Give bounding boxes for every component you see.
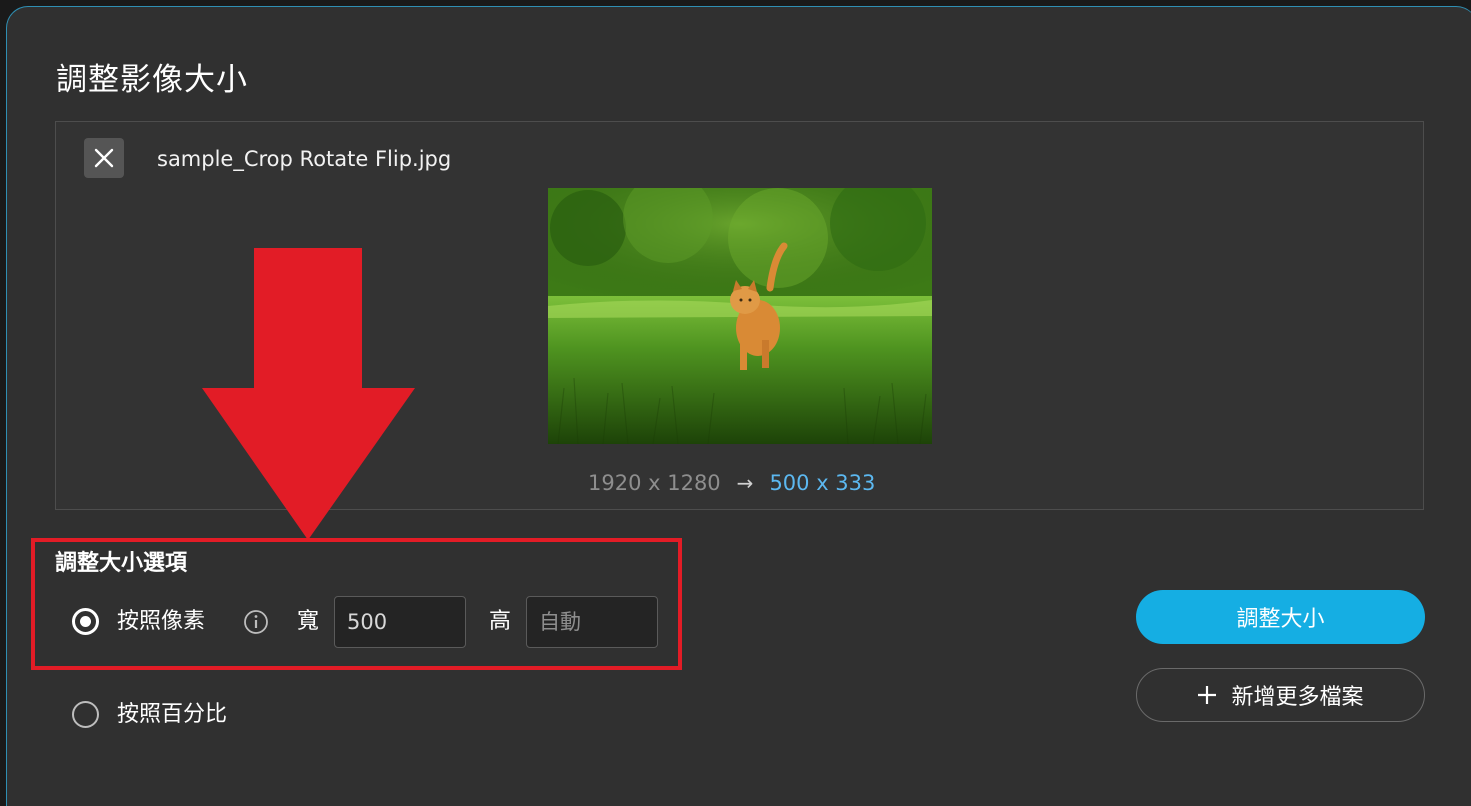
annotation-arrow-icon bbox=[202, 248, 415, 540]
by-pixels-label: 按照像素 bbox=[117, 609, 206, 634]
original-dimensions: 1920 x 1280 bbox=[588, 471, 721, 495]
image-thumbnail bbox=[548, 188, 932, 444]
remove-file-button[interactable] bbox=[84, 138, 124, 178]
resize-button[interactable]: 調整大小 bbox=[1136, 590, 1425, 644]
target-dimensions: 500 x 333 bbox=[769, 471, 876, 495]
height-input[interactable] bbox=[526, 596, 658, 648]
dimension-readout: 1920 x 1280 → 500 x 333 bbox=[588, 468, 875, 498]
add-more-files-button[interactable]: 新增更多檔案 bbox=[1136, 668, 1425, 722]
by-percent-radio[interactable] bbox=[72, 701, 99, 728]
add-more-files-label: 新增更多檔案 bbox=[1231, 685, 1364, 710]
resize-button-label: 調整大小 bbox=[1236, 607, 1325, 632]
height-label: 高 bbox=[489, 609, 512, 634]
width-label: 寬 bbox=[297, 609, 320, 634]
by-pixels-radio[interactable] bbox=[72, 608, 99, 635]
dialog-title: 調整影像大小 bbox=[56, 62, 248, 98]
info-icon[interactable] bbox=[243, 609, 269, 635]
resize-options-heading: 調整大小選項 bbox=[55, 551, 188, 576]
arrow-right-icon: → bbox=[736, 471, 754, 495]
close-icon bbox=[94, 148, 114, 168]
plus-icon bbox=[1198, 686, 1217, 704]
file-name: sample_Crop Rotate Flip.jpg bbox=[157, 147, 452, 171]
width-input[interactable] bbox=[334, 596, 466, 648]
by-percent-label: 按照百分比 bbox=[117, 702, 228, 727]
